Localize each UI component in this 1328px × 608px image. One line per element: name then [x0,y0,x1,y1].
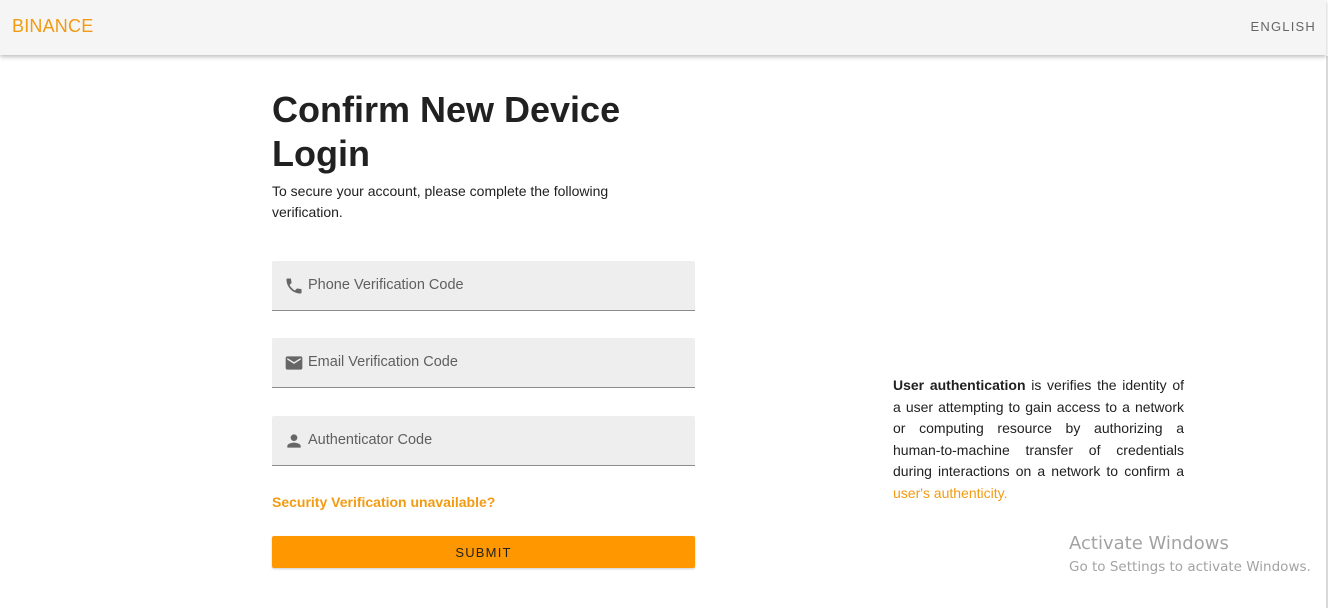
submit-button[interactable]: SUBMIT [272,536,695,568]
info-paragraph: User authentication is verifies the iden… [893,375,1184,504]
email-icon [285,356,303,370]
language-selector[interactable]: ENGLISH [1251,19,1316,34]
info-bold-term: User authentication [893,377,1026,393]
email-code-input[interactable] [308,338,688,386]
email-code-field[interactable] [272,338,695,388]
brand-logo-link[interactable]: BINANCE [12,16,93,37]
watermark-title: Activate Windows [1069,533,1229,554]
person-icon [287,434,301,448]
page-title: Confirm New Device Login [272,89,621,174]
authenticator-code-input[interactable] [308,416,688,464]
phone-code-input[interactable] [308,261,688,309]
security-verification-unavailable-link[interactable]: Security Verification unavailable? [272,494,495,510]
watermark-subtitle: Go to Settings to activate Windows. [1069,559,1311,575]
phone-code-field[interactable] [272,261,695,311]
authenticator-code-field[interactable] [272,416,695,466]
activate-windows-watermark: Activate Windows Go to Settings to activ… [1069,533,1311,577]
phone-icon [286,278,302,294]
page-subtitle: To secure your account, please complete … [272,183,609,220]
top-app-bar: BINANCE ENGLISH [0,0,1326,55]
user-authenticity-link[interactable]: user's authenticity. [893,485,1007,501]
